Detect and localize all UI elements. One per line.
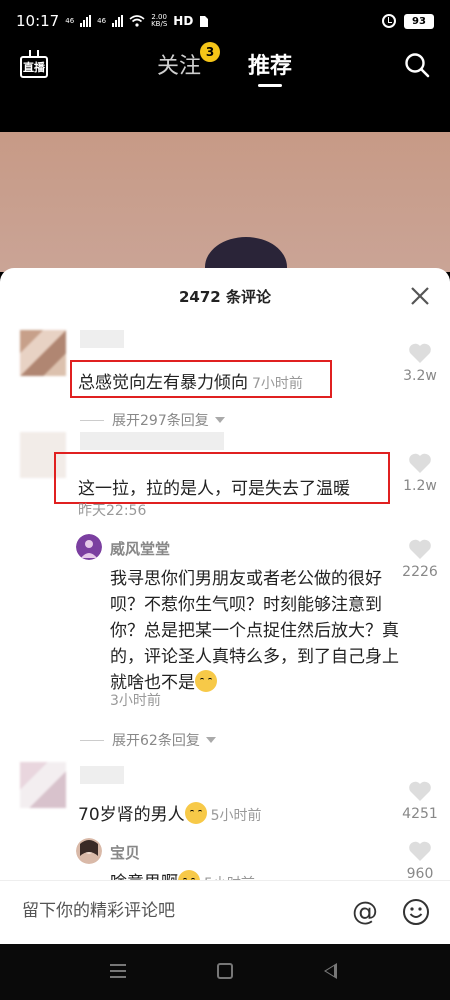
heart-icon xyxy=(409,781,431,801)
comment-time: 昨天22:56 xyxy=(78,503,147,519)
comment-text-body: 总感觉向左有暴力倾向 xyxy=(78,373,248,393)
expand-replies[interactable]: 展开62条回复 xyxy=(80,730,216,750)
grin-emoji-icon xyxy=(195,670,217,692)
status-bar: 10:17 46 46 2.00 KB/S HD 93 xyxy=(0,0,450,42)
network-type-2: 46 xyxy=(97,16,107,25)
alarm-icon xyxy=(382,14,396,28)
status-right: 93 xyxy=(382,13,434,29)
signal-icon-2 xyxy=(112,15,124,27)
like-count: 1.2w xyxy=(403,478,437,494)
like-button[interactable]: 3.2w xyxy=(400,342,440,384)
laugh-emoji-icon xyxy=(184,802,207,824)
avatar[interactable] xyxy=(76,534,102,560)
comment-text-body: 70岁肾的男人 xyxy=(78,805,185,825)
comment-count-title: 2472 条评论 xyxy=(179,288,271,306)
avatar[interactable] xyxy=(20,762,66,808)
emoji-picker-icon[interactable] xyxy=(401,897,431,927)
reply-author[interactable]: 宝贝 xyxy=(110,842,140,863)
chevron-down-icon xyxy=(214,417,225,423)
heart-icon xyxy=(409,453,431,473)
avatar[interactable] xyxy=(20,330,66,376)
search-icon[interactable] xyxy=(404,52,430,78)
reply-text-body: 我寻思你们男朋友或者老公做的很好呗？不惹你生气呗？时刻能够注意到你？总是把某一个… xyxy=(110,569,399,693)
like-button[interactable]: 1.2w xyxy=(400,452,440,494)
divider-line xyxy=(80,739,104,741)
live-tv-icon: 直播 xyxy=(20,56,48,78)
follow-badge: 3 xyxy=(200,42,220,62)
reply-item: 威风堂堂 我寻思你们男朋友或者老公做的很好呗？不惹你生气呗？时刻能够注意到你？总… xyxy=(0,530,450,750)
comment-input[interactable] xyxy=(22,901,322,921)
wifi-icon xyxy=(129,15,145,27)
net-speed: 2.00 KB/S xyxy=(151,14,167,28)
close-icon[interactable] xyxy=(408,284,432,308)
status-left: 10:17 46 46 2.00 KB/S HD xyxy=(16,12,209,30)
heart-icon xyxy=(409,343,431,363)
reply-author[interactable]: 威风堂堂 xyxy=(110,538,170,559)
divider-line xyxy=(80,419,104,421)
net-speed-unit: KB/S xyxy=(151,20,168,28)
comment-time: 5小时前 xyxy=(210,808,262,824)
system-nav-bar xyxy=(0,944,450,1000)
like-count: 2226 xyxy=(402,564,438,580)
like-count: 3.2w xyxy=(403,368,437,384)
reply-text: 我寻思你们男朋友或者老公做的很好呗？不惹你生气呗？时刻能够注意到你？总是把某一个… xyxy=(110,566,410,696)
chevron-down-icon xyxy=(205,737,216,743)
active-tab-indicator xyxy=(258,84,282,87)
status-time: 10:17 xyxy=(16,12,60,30)
menu-icon[interactable] xyxy=(110,964,126,978)
comment-input-bar: @ xyxy=(0,880,450,944)
comment-item: 这一拉，拉的是人，可是失去了温暖 昨天22:56 1.2w xyxy=(0,428,450,528)
signal-icon-1 xyxy=(80,15,92,27)
hd-indicator: HD xyxy=(173,14,194,28)
like-button[interactable]: 960 xyxy=(400,840,440,882)
comment-sheet: 2472 条评论 总感觉向左有暴力倾向 7小时前 3.2w 展开297条回复 这一… xyxy=(0,268,450,944)
username-blurred xyxy=(80,766,124,784)
comment-text: 这一拉，拉的是人，可是失去了温暖 xyxy=(78,479,350,499)
home-icon[interactable] xyxy=(217,963,233,979)
tab-recommend[interactable]: 推荐 xyxy=(248,48,292,80)
at-mention-icon[interactable]: @ xyxy=(350,897,380,927)
reply-item: 宝贝 啥意思啊5小时前 960 xyxy=(0,836,450,893)
tv-antenna-icon xyxy=(29,50,39,58)
heart-icon xyxy=(409,539,431,559)
video-subject xyxy=(205,237,287,272)
comment-time: 7小时前 xyxy=(252,376,303,392)
expand-replies[interactable]: 展开297条回复 xyxy=(80,410,225,430)
expand-replies-label: 展开62条回复 xyxy=(112,733,200,749)
comment-text: 总感觉向左有暴力倾向 7小时前 xyxy=(78,368,303,393)
sim-icon xyxy=(200,15,209,27)
username-blurred xyxy=(80,432,224,450)
username-blurred xyxy=(80,330,124,348)
live-button[interactable]: 直播 xyxy=(20,50,50,82)
comment-item: 总感觉向左有暴力倾向 7小时前 3.2w 展开297条回复 xyxy=(0,326,450,429)
tab-follow[interactable]: 关注 xyxy=(157,48,201,80)
avatar[interactable] xyxy=(76,838,102,864)
network-type-1: 46 xyxy=(65,16,75,25)
comment-item: 70岁肾的男人 5小时前 4251 xyxy=(0,762,450,832)
battery-icon: 93 xyxy=(404,13,434,29)
video-player[interactable] xyxy=(0,132,450,272)
back-icon[interactable] xyxy=(324,963,337,979)
reply-time: 3小时前 xyxy=(110,693,161,709)
top-nav: 直播 关注 3 推荐 xyxy=(0,42,450,132)
like-count: 4251 xyxy=(402,806,438,822)
comment-text: 70岁肾的男人 5小时前 xyxy=(78,800,262,825)
like-button[interactable]: 2226 xyxy=(400,538,440,580)
like-button[interactable]: 4251 xyxy=(400,780,440,822)
heart-icon xyxy=(409,841,431,861)
expand-replies-label: 展开297条回复 xyxy=(112,413,209,429)
